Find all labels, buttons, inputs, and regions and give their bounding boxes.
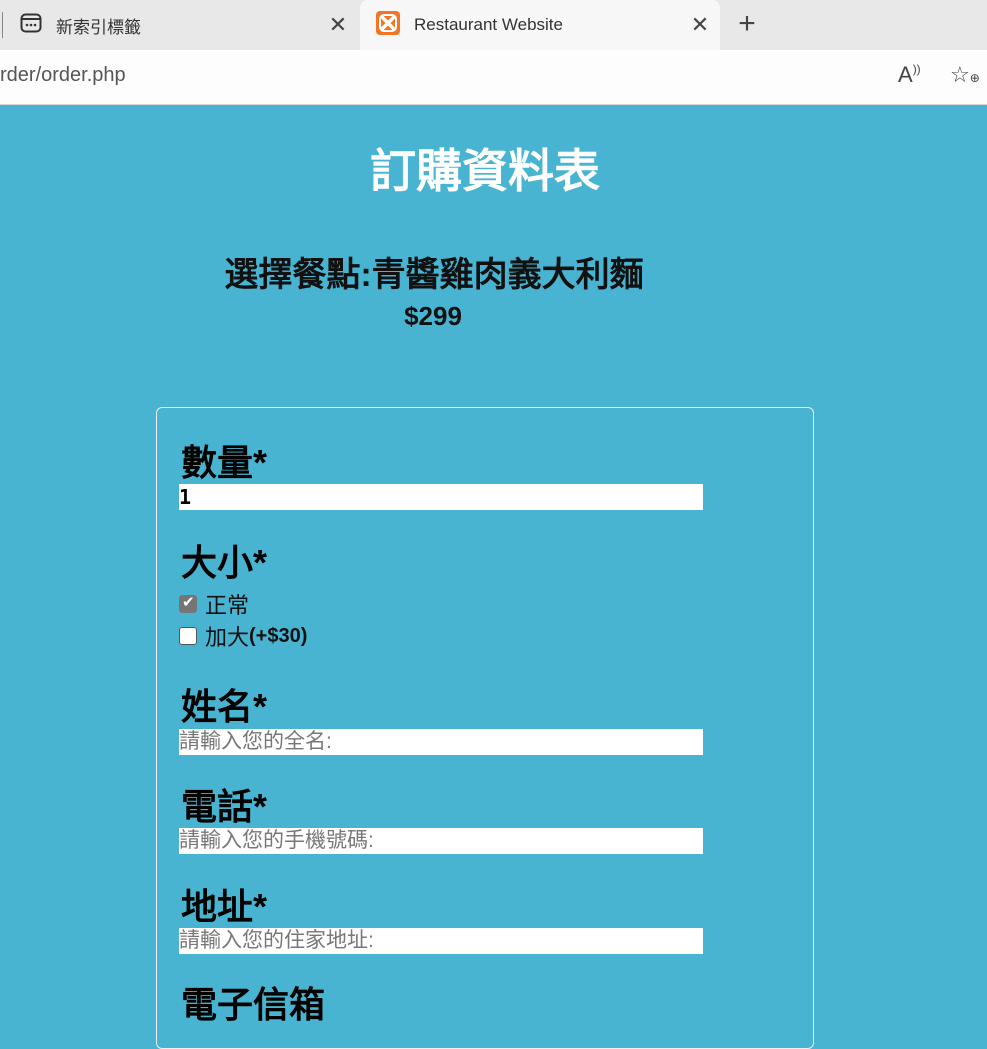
email-label: 電子信箱 [181,984,326,1025]
new-tab-page-icon [20,12,42,39]
tab-title: 新索引標籤 [56,17,141,37]
page-content: 訂購資料表 選擇餐點:青醬雞肉義大利麵 $299 數量* 大小* 正常 加大(+… [0,105,987,1049]
tab-new-tab[interactable]: 新索引標籤 ✕ [8,0,358,50]
phone-input[interactable] [179,828,703,854]
tab-separator [2,12,3,38]
name-input[interactable] [179,729,703,755]
size-label: 大小* [181,542,268,583]
browser-tab-bar: 新索引標籤 ✕ Restaurant Website ✕ + [0,0,987,50]
url-text[interactable]: rder/order.php [0,64,126,87]
close-tab-icon[interactable]: ✕ [680,12,720,38]
name-label: 姓名* [181,686,268,727]
size-extra-cost: (+$30) [249,624,308,647]
tab-restaurant-website[interactable]: Restaurant Website ✕ [360,0,720,50]
read-aloud-icon[interactable]: A)) [898,62,921,88]
tab-title: Restaurant Website [414,15,563,34]
selected-meal: 選擇餐點:青醬雞肉義大利麵 [224,256,644,294]
size-option-label: 正常 [205,593,250,618]
add-favorite-star-icon[interactable]: ☆⊕ [950,62,980,88]
phone-label: 電話* [181,786,268,827]
meal-price: $299 [404,301,462,331]
size-option-label: 加大 [205,625,250,650]
size-option-normal[interactable]: 正常 [179,588,249,620]
address-bar: rder/order.php A)) ☆⊕ [0,50,987,105]
page-title: 訂購資料表 [370,145,600,197]
quantity-label: 數量* [181,442,268,483]
address-input[interactable] [179,928,703,954]
new-tab-plus-icon[interactable]: + [730,8,764,42]
order-form: 數量* 大小* 正常 加大(+$30) 姓名* 電話* 地址* 電子信箱 [156,407,814,1049]
size-option-large[interactable]: 加大 (+$30) [179,620,307,652]
unchecked-checkbox[interactable] [179,627,197,645]
quantity-input[interactable] [179,484,703,510]
address-label: 地址* [181,886,268,927]
xampp-icon [376,10,400,40]
close-tab-icon[interactable]: ✕ [318,12,358,38]
checked-checkbox[interactable] [179,593,197,613]
